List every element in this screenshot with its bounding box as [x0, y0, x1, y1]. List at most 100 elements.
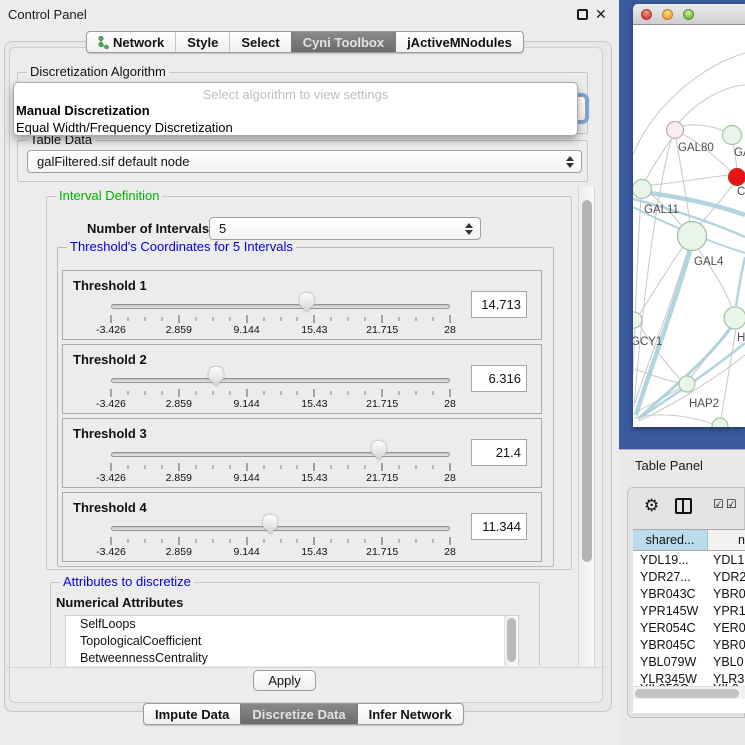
network-window: GAL80 GA C GAL11 GAL4 GCY1 H HAP2 [633, 4, 745, 427]
tick-mark [399, 317, 400, 321]
scrollbar-thumb[interactable] [635, 689, 739, 698]
tick-mark [127, 391, 128, 395]
slider-handle[interactable] [371, 441, 386, 460]
tab-impute-data[interactable]: Impute Data [144, 704, 240, 724]
threshold-3-value-field[interactable]: 21.4 [471, 439, 527, 466]
network-node-right-mid[interactable] [724, 307, 745, 329]
tab-infer-network[interactable]: Infer Network [357, 704, 463, 724]
list-item[interactable]: SelfLoops [66, 616, 518, 633]
threshold-1-value-field[interactable]: 14.713 [471, 291, 527, 318]
table-horizontal-scrollbar[interactable] [633, 686, 745, 699]
tick-mark [365, 465, 366, 469]
tab-select[interactable]: Select [229, 32, 290, 52]
slider-scale: -3.426 2.859 9.144 15.43 21.715 28 [111, 546, 450, 558]
column-header-name[interactable]: n [738, 530, 745, 550]
table-row[interactable]: YBL079WYBL0 [633, 654, 745, 671]
tick-mark [331, 391, 332, 395]
tick-mark [348, 465, 349, 469]
tab-style[interactable]: Style [175, 32, 229, 52]
control-panel-titlebar: Control Panel ✕ [0, 0, 619, 28]
tick-mark [229, 317, 230, 321]
slider-handle[interactable] [299, 293, 314, 312]
tick-mark [382, 463, 383, 471]
tick-mark [144, 317, 145, 321]
table-row[interactable]: YDR27...YDR2 [633, 569, 745, 586]
table-data-combobox[interactable]: galFiltered.sif default node [27, 150, 582, 173]
tick-mark [127, 465, 128, 469]
node-label-gal80: GAL80 [678, 142, 714, 154]
settings-vertical-scrollbar[interactable] [578, 186, 595, 666]
checkbox-icon[interactable]: ☑ [713, 497, 724, 511]
minimize-traffic-light-icon[interactable] [662, 9, 673, 20]
threshold-4-value-field[interactable]: 11.344 [471, 513, 527, 540]
apply-button[interactable]: Apply [253, 670, 316, 691]
tick-mark [280, 465, 281, 469]
right-side: GAL80 GA C GAL11 GAL4 GCY1 H HAP2 Table … [619, 0, 745, 745]
tick-mark [178, 315, 179, 323]
tab-cyni-toolbox[interactable]: Cyni Toolbox [291, 32, 395, 52]
separator [6, 667, 606, 668]
thresholds-group: Threshold's Coordinates for 5 Intervals … [57, 247, 554, 567]
zoom-traffic-light-icon[interactable] [683, 9, 694, 20]
network-node-red[interactable] [729, 169, 745, 186]
stepper-icon [465, 223, 473, 235]
split-columns-icon[interactable] [675, 498, 692, 514]
tick-mark [297, 539, 298, 543]
tick-mark [111, 315, 112, 323]
tick-mark [382, 315, 383, 323]
column-header-shared[interactable]: shared... [633, 530, 708, 550]
network-node-gal11[interactable] [633, 180, 652, 199]
tab-network[interactable]: Network [87, 32, 175, 52]
tick-mark [111, 463, 112, 471]
slider-handle[interactable] [263, 515, 278, 534]
option-equal-width-frequency[interactable]: Equal Width/Frequency Discretization [16, 120, 233, 135]
tick-mark [314, 389, 315, 397]
slider-handle[interactable] [209, 367, 224, 386]
network-node-gal4[interactable] [678, 222, 707, 251]
gear-icon[interactable]: ⚙ [644, 496, 659, 516]
tab-jactivemnodules[interactable]: jActiveMNodules [395, 32, 523, 52]
network-canvas[interactable]: GAL80 GA C GAL11 GAL4 GCY1 H HAP2 [633, 25, 745, 427]
network-node-top-right[interactable] [723, 126, 742, 145]
network-node-gcy1[interactable] [633, 312, 642, 328]
table-row[interactable]: YER054CYER0 [633, 620, 745, 637]
tick-mark [127, 317, 128, 321]
network-node-hap2[interactable] [679, 376, 695, 392]
tick-mark [297, 317, 298, 321]
close-icon[interactable]: ✕ [595, 6, 607, 23]
option-manual-discretization[interactable]: Manual Discretization [16, 103, 150, 118]
table-panel-toolbar: ⚙ ☑ ☑ [628, 488, 745, 528]
tick-mark [433, 465, 434, 469]
table-row[interactable]: YDL19...YDL1 [633, 552, 745, 569]
tick-mark [127, 539, 128, 543]
table-row[interactable]: YBR045CYBR0 [633, 637, 745, 654]
checkbox-icon[interactable]: ☑ [726, 497, 737, 511]
tick-mark [212, 317, 213, 321]
table-panel-header: Table Panel [619, 449, 745, 480]
tick-mark [297, 391, 298, 395]
tick-mark [450, 537, 451, 545]
tick-mark [433, 391, 434, 395]
list-item[interactable]: TopologicalCoefficient [66, 633, 518, 650]
threshold-2-value-field[interactable]: 6.316 [471, 365, 527, 392]
table-row[interactable]: YBR043CYBR0 [633, 586, 745, 603]
scrollbar-thumb[interactable] [582, 200, 592, 562]
stepper-icon [566, 156, 574, 168]
float-window-icon[interactable] [577, 9, 588, 20]
close-traffic-light-icon[interactable] [641, 9, 652, 20]
tick-mark [382, 389, 383, 397]
panel-title: Control Panel [8, 7, 87, 22]
table-row[interactable]: YPR145WYPR1 [633, 603, 745, 620]
list-scrollbar[interactable] [504, 616, 518, 666]
num-intervals-combobox[interactable]: 5 [209, 217, 481, 240]
network-node-gal80[interactable] [667, 122, 684, 139]
network-node-bottom-partial[interactable] [712, 418, 728, 427]
control-panel: Control Panel ✕ Network Style Select Cyn… [0, 0, 619, 745]
node-label-gal11: GAL11 [644, 204, 679, 216]
tick-mark [450, 463, 451, 471]
tick-mark [416, 465, 417, 469]
list-item[interactable]: BetweennessCentrality [66, 650, 518, 666]
tick-mark [416, 317, 417, 321]
tab-discretize-data[interactable]: Discretize Data [240, 704, 356, 724]
tick-mark [229, 465, 230, 469]
